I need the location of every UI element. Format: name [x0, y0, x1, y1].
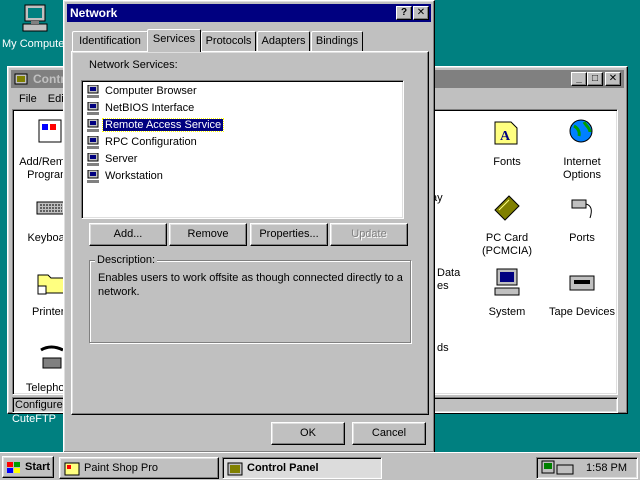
network-service-icon: [87, 84, 99, 98]
help-button[interactable]: ?: [396, 6, 412, 20]
desktop-icon-cuteftp[interactable]: CuteFTP: [4, 413, 64, 425]
tape-devices-icon: [569, 275, 595, 291]
dialog-title: Network: [70, 6, 118, 20]
cp-item-label: Ports: [569, 232, 595, 244]
tab-identification[interactable]: Identification: [72, 31, 148, 51]
maximize-button[interactable]: □: [587, 72, 603, 86]
cp-item-label: Tape Devices: [548, 306, 616, 318]
list-item-label: NetBIOS Interface: [105, 102, 195, 114]
menu-file[interactable]: File: [19, 93, 37, 105]
partial-label: es: [437, 280, 449, 292]
list-item-label: Computer Browser: [105, 85, 197, 97]
tab-label: Identification: [79, 35, 141, 47]
list-item-label: Server: [105, 153, 138, 165]
tab-label: Bindings: [315, 35, 359, 47]
clock[interactable]: 1:58 PM: [586, 458, 627, 478]
my-computer-icon: [22, 4, 48, 32]
cp-item-label: System: [488, 306, 526, 318]
ok-button[interactable]: OK: [271, 422, 345, 445]
network-service-icon: [87, 152, 99, 166]
minimize-button[interactable]: _: [571, 72, 587, 86]
network-services-label: Network Services:: [89, 59, 178, 71]
task-label: Paint Shop Pro: [84, 462, 158, 474]
list-item[interactable]: Computer Browser: [86, 83, 199, 99]
task-control-panel[interactable]: Control Panel: [222, 457, 382, 479]
network-service-icon: [87, 169, 99, 183]
pc-card-icon: [494, 195, 520, 221]
cp-item-ports[interactable]: Ports: [544, 192, 620, 245]
network-titlebar[interactable]: Network ? ✕: [67, 4, 431, 22]
remove-button[interactable]: Remove: [169, 223, 247, 246]
update-button[interactable]: Update: [330, 223, 408, 246]
network-service-icon: [87, 101, 99, 115]
tab-services[interactable]: Services: [147, 29, 201, 52]
network-tray-icon[interactable]: [541, 460, 575, 476]
description-text: Enables users to work offsite as though …: [98, 272, 403, 298]
desktop-icon-label: CuteFTP: [11, 413, 56, 425]
tab-label: Services: [152, 33, 196, 45]
cp-item-label: Internet Options: [563, 156, 601, 181]
cp-item-label: Fonts: [493, 156, 521, 168]
tab-protocols[interactable]: Protocols: [201, 31, 256, 51]
tab-label: Protocols: [205, 35, 252, 47]
system-tray: 1:58 PM: [536, 457, 638, 479]
services-listbox[interactable]: Computer Browser NetBIOS Interface Remot…: [81, 80, 404, 219]
list-item-selected[interactable]: Remote Access Service: [86, 117, 225, 133]
tab-bindings[interactable]: Bindings: [311, 31, 363, 51]
network-service-icon: [87, 118, 99, 132]
network-dialog: Network ? ✕ Identification Services Prot…: [63, 0, 435, 453]
cp-item-tape-devices[interactable]: Tape Devices: [544, 266, 620, 319]
ports-icon: [571, 199, 592, 219]
system-icon: [494, 268, 520, 296]
menu-bar: File Edit: [11, 89, 67, 109]
list-item[interactable]: Workstation: [86, 168, 165, 184]
control-panel-icon: [227, 462, 243, 476]
list-item[interactable]: Server: [86, 151, 139, 167]
partial-label: ds: [437, 342, 449, 354]
list-item-label: RPC Configuration: [105, 136, 197, 148]
add-button[interactable]: Add...: [89, 223, 167, 246]
close-button[interactable]: ✕: [413, 6, 429, 20]
task-label: Control Panel: [247, 462, 319, 474]
windows-logo-icon: [7, 462, 20, 473]
control-panel-icon: [14, 73, 28, 85]
cp-item-fonts[interactable]: A Fonts: [469, 116, 545, 169]
start-button[interactable]: Start: [2, 456, 54, 478]
list-item-label: Workstation: [105, 170, 163, 182]
list-item[interactable]: RPC Configuration: [86, 134, 199, 150]
desktop-icon-label: My Computer: [2, 38, 69, 50]
cancel-button[interactable]: Cancel: [352, 422, 426, 445]
list-item-label: Remote Access Service: [101, 118, 225, 132]
cp-item-label: PC Card (PCMCIA): [481, 232, 533, 257]
partial-label: Data: [437, 267, 461, 279]
svg-text:A: A: [500, 129, 511, 144]
taskbar: Start Paint Shop Pro Control Panel 1:58 …: [0, 452, 640, 480]
cp-item-system[interactable]: System: [469, 266, 545, 319]
start-label: Start: [25, 461, 51, 473]
tab-adapters[interactable]: Adapters: [257, 31, 310, 51]
internet-options-icon: [569, 119, 593, 143]
properties-button[interactable]: Properties...: [250, 223, 328, 246]
fonts-icon: A: [494, 121, 518, 145]
cp-item-internet-options[interactable]: Internet Options: [544, 116, 620, 182]
cp-item-pc-card[interactable]: PC Card (PCMCIA): [469, 192, 545, 258]
desktop-icon-my-computer[interactable]: My Computer: [2, 2, 68, 50]
task-paint-shop-pro[interactable]: Paint Shop Pro: [59, 457, 219, 479]
close-button[interactable]: ✕: [605, 72, 621, 86]
list-item[interactable]: NetBIOS Interface: [86, 100, 196, 116]
description-label: Description:: [95, 254, 158, 266]
tab-label: Adapters: [261, 35, 306, 47]
paint-shop-pro-icon: [64, 462, 80, 476]
network-service-icon: [87, 135, 99, 149]
